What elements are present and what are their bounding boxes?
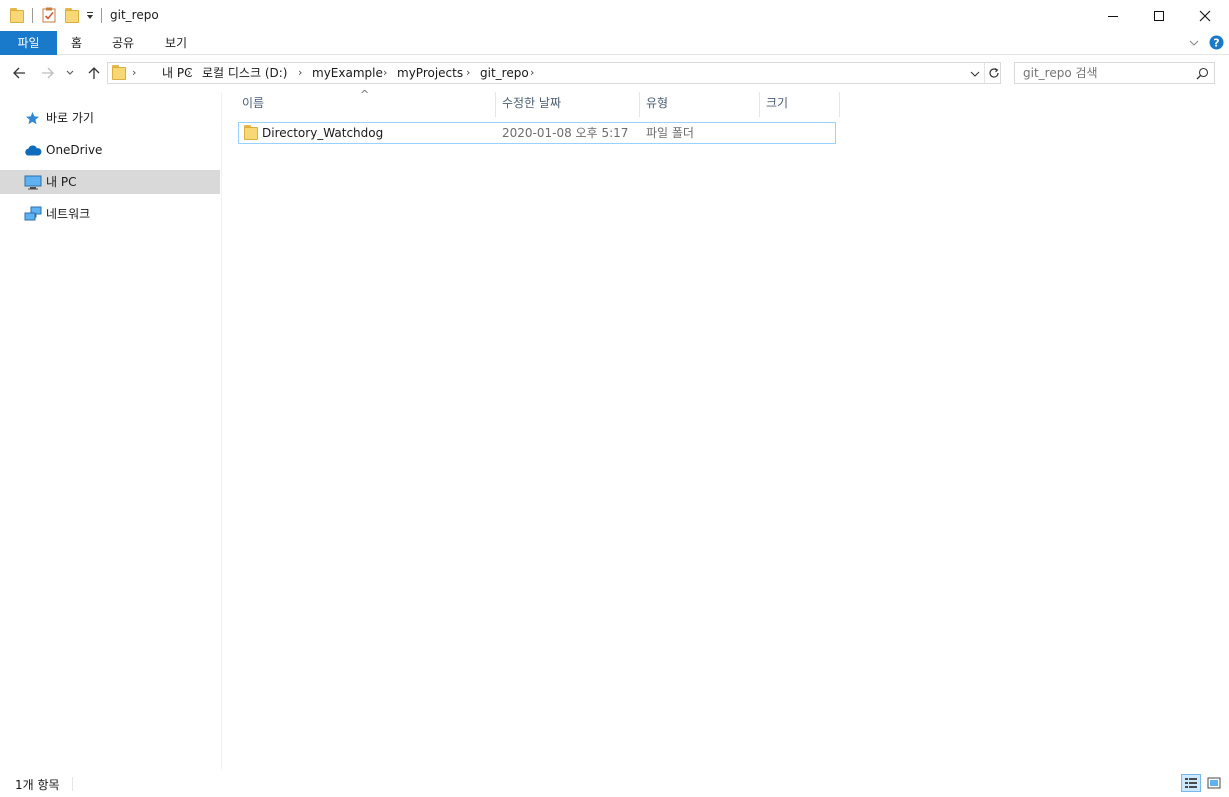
status-bar: 1개 항목 (0, 769, 1229, 797)
sidebar-item-this-pc[interactable]: 내 PC (0, 170, 220, 194)
window-title: git_repo (110, 8, 159, 22)
file-modified-date: 2020-01-08 오후 5:17 (502, 126, 629, 140)
new-folder-icon[interactable] (65, 8, 79, 23)
title-divider (101, 8, 102, 23)
breadcrumb-separator[interactable]: › (187, 63, 191, 83)
tab-view[interactable]: 보기 (151, 31, 201, 55)
forward-arrow-icon (42, 67, 54, 79)
folder-icon (10, 8, 24, 23)
title-bar: git_repo (0, 0, 1229, 31)
sidebar-item-label: 네트워크 (46, 207, 91, 221)
properties-icon[interactable] (42, 7, 57, 23)
breadcrumb-git-repo[interactable]: git_repo (480, 63, 529, 83)
breadcrumb-separator[interactable]: › (132, 63, 136, 83)
cloud-icon (24, 145, 42, 156)
search-input[interactable] (1023, 65, 1193, 81)
maximize-icon (1154, 10, 1164, 21)
back-button[interactable] (8, 62, 30, 84)
up-button[interactable] (83, 62, 105, 84)
large-icons-view-button[interactable] (1204, 774, 1224, 792)
address-bar[interactable]: › 내 PC › 로컬 디스크 (D:) › myExample › myPro… (107, 62, 1001, 84)
navigation-row: › 내 PC › 로컬 디스크 (D:) › myExample › myPro… (0, 56, 1229, 90)
maximize-button[interactable] (1136, 0, 1182, 31)
file-type: 파일 폴더 (646, 126, 694, 140)
column-header-type[interactable]: 유형 (640, 92, 759, 117)
breadcrumb-separator[interactable]: › (466, 63, 470, 83)
help-icon[interactable]: ? (1209, 35, 1224, 50)
up-arrow-icon (88, 67, 100, 79)
expand-ribbon-icon[interactable] (1188, 37, 1200, 49)
close-icon (1199, 10, 1211, 21)
address-dropdown-icon[interactable] (970, 68, 980, 78)
back-arrow-icon (13, 67, 25, 79)
navigation-pane: 바로 가기 OneDrive 내 PC 네트워크 (0, 92, 222, 769)
sidebar-item-label: 내 PC (46, 175, 77, 189)
tab-file[interactable]: 파일 (0, 31, 57, 55)
breadcrumb-myprojects[interactable]: myProjects (397, 63, 463, 83)
search-icon[interactable] (1196, 67, 1209, 80)
details-view-button[interactable] (1181, 774, 1201, 792)
sidebar-item-network[interactable]: 네트워크 (0, 202, 220, 226)
address-divider (984, 63, 985, 83)
file-list-view: ^ 이름 수정한 날짜 유형 크기 Directory_Watchdog 202… (223, 88, 1229, 769)
svg-text:?: ? (1213, 37, 1219, 50)
network-icon (24, 206, 42, 222)
breadcrumb-separator[interactable]: › (530, 63, 534, 83)
folder-icon (244, 125, 258, 140)
column-header-size[interactable]: 크기 (760, 92, 839, 117)
item-count: 1개 항목 (15, 778, 60, 792)
large-icons-view-icon (1207, 777, 1221, 789)
sidebar-item-label: OneDrive (46, 143, 103, 157)
minimize-icon (1108, 15, 1118, 17)
toolbar-divider (32, 8, 33, 23)
column-header-modified[interactable]: 수정한 날짜 (496, 92, 639, 117)
sidebar-item-onedrive[interactable]: OneDrive (0, 138, 220, 162)
recent-locations-button[interactable] (62, 62, 78, 84)
breadcrumb-separator[interactable]: › (383, 63, 387, 83)
status-divider (72, 777, 73, 791)
breadcrumb-myexample[interactable]: myExample (312, 63, 383, 83)
sidebar-item-label: 바로 가기 (46, 111, 94, 125)
minimize-button[interactable] (1090, 0, 1136, 31)
refresh-icon[interactable] (987, 66, 1001, 80)
details-view-icon (1185, 778, 1197, 788)
column-divider[interactable] (839, 92, 840, 117)
breadcrumb-separator[interactable]: › (298, 63, 302, 83)
customize-dropdown-icon[interactable] (85, 10, 95, 20)
star-icon (25, 111, 40, 126)
close-button[interactable] (1182, 0, 1228, 31)
ribbon-tabs: 파일 홈 공유 보기 ? (0, 31, 1229, 55)
table-row[interactable]: Directory_Watchdog 2020-01-08 오후 5:17 파일… (238, 122, 836, 144)
breadcrumb-local-disk[interactable]: 로컬 디스크 (D:) (202, 63, 287, 83)
search-box[interactable] (1014, 62, 1215, 84)
column-header-name[interactable]: 이름 (236, 92, 496, 117)
sidebar-item-quick-access[interactable]: 바로 가기 (0, 106, 220, 130)
folder-icon (112, 65, 126, 80)
forward-button[interactable] (37, 62, 59, 84)
file-name[interactable]: Directory_Watchdog (262, 123, 383, 143)
chevron-down-icon (66, 70, 74, 75)
computer-icon (24, 175, 42, 190)
tab-share[interactable]: 공유 (98, 31, 148, 55)
tab-home[interactable]: 홈 (57, 31, 96, 55)
